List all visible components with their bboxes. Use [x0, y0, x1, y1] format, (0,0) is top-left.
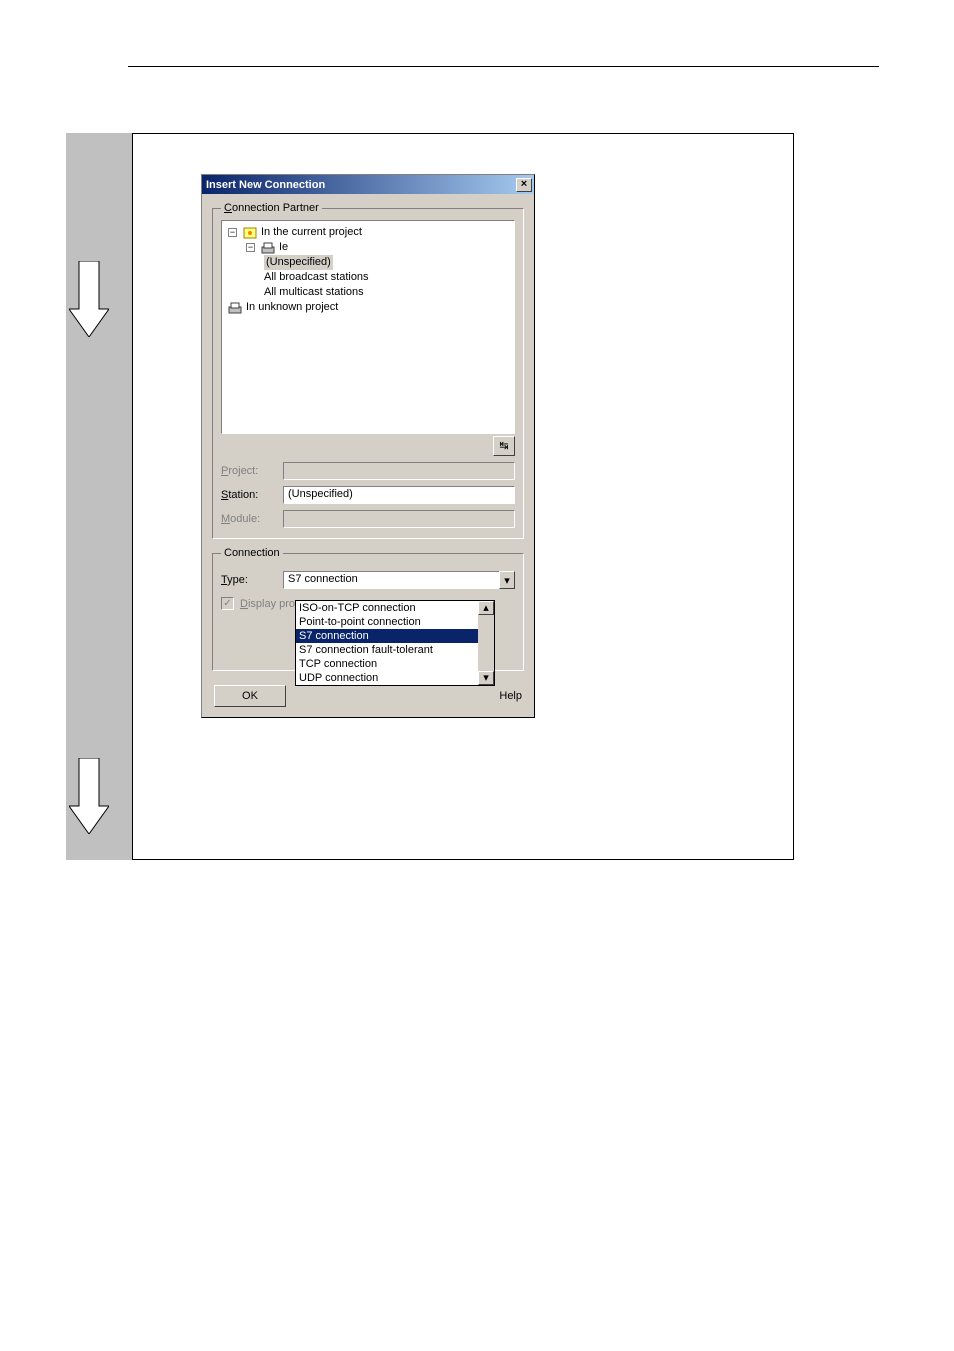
display-properties-label: Display pro	[240, 598, 295, 610]
tree-label: Ie	[279, 240, 288, 255]
close-button[interactable]: ×	[516, 178, 532, 192]
type-option[interactable]: Point-to-point connection	[296, 615, 494, 629]
tree-small-button[interactable]: ↹	[493, 436, 515, 456]
tree-label: All multicast stations	[264, 285, 364, 300]
tree-root-current-project[interactable]: − In the current project	[228, 225, 362, 240]
type-option-selected[interactable]: S7 connection	[296, 629, 494, 643]
type-option[interactable]: TCP connection	[296, 657, 494, 671]
dialog-titlebar[interactable]: Insert New Connection ×	[202, 175, 534, 194]
collapse-icon[interactable]: −	[228, 228, 237, 237]
scroll-up-button[interactable]: ▴	[478, 601, 494, 615]
ok-button[interactable]: OK	[214, 685, 286, 707]
display-properties-checkbox[interactable]: ✓	[221, 597, 234, 610]
tree-item-unspecified[interactable]: (Unspecified)	[264, 255, 333, 270]
printer-icon	[228, 302, 242, 314]
type-option[interactable]: UDP connection	[296, 671, 494, 685]
connection-partner-legend: Connection Partner	[221, 202, 322, 214]
tree-label: In unknown project	[246, 300, 338, 315]
connection-legend: Connection	[221, 547, 283, 559]
insert-new-connection-dialog: Insert New Connection × Connection Partn…	[201, 174, 535, 718]
type-combo[interactable]: S7 connection ▾	[283, 571, 515, 589]
header-rule	[128, 66, 879, 67]
help-button-partial[interactable]: Help	[499, 690, 522, 702]
project-field	[283, 462, 515, 480]
dialog-title: Insert New Connection	[206, 179, 325, 191]
left-margin-column	[66, 133, 132, 860]
dropdown-scrollbar[interactable]: ▴ ▾	[478, 601, 494, 685]
chevron-down-icon: ▾	[483, 671, 489, 685]
station-label: Station:	[221, 489, 277, 501]
module-field	[283, 510, 515, 528]
scroll-down-button[interactable]: ▾	[478, 671, 494, 685]
project-icon	[243, 227, 257, 239]
tree-label: All broadcast stations	[264, 270, 369, 285]
chevron-down-icon: ▾	[504, 574, 510, 587]
tree-unknown-project[interactable]: In unknown project	[228, 300, 338, 315]
dropdown-button[interactable]: ▾	[499, 571, 515, 589]
tree-label: (Unspecified)	[264, 255, 333, 270]
type-option[interactable]: S7 connection fault-tolerant	[296, 643, 494, 657]
partner-tree[interactable]: − In the current project −	[221, 220, 515, 434]
type-dropdown-list[interactable]: ISO-on-TCP connection Point-to-point con…	[295, 600, 495, 686]
tree-item-multicast[interactable]: All multicast stations	[264, 285, 364, 300]
chevron-up-icon: ▴	[483, 601, 489, 615]
tree-project-node[interactable]: − Ie	[246, 240, 288, 255]
type-label: Type:	[221, 574, 277, 586]
connection-partner-group: Connection Partner − In the current proj…	[212, 202, 524, 539]
station-field[interactable]: (Unspecified)	[283, 486, 515, 504]
collapse-icon[interactable]: −	[246, 243, 255, 252]
type-option[interactable]: ISO-on-TCP connection	[296, 601, 494, 615]
down-arrow-icon-1	[69, 261, 129, 337]
type-value: S7 connection	[283, 571, 499, 589]
module-label: Module:	[221, 513, 277, 525]
connection-group: Connection Type: S7 connection ▾ ✓ Displ…	[212, 547, 524, 671]
tree-item-broadcast[interactable]: All broadcast stations	[264, 270, 369, 285]
project-label: Project:	[221, 465, 277, 477]
printer-icon	[261, 242, 275, 254]
tree-label: In the current project	[261, 225, 362, 240]
down-arrow-icon-2	[69, 758, 129, 834]
